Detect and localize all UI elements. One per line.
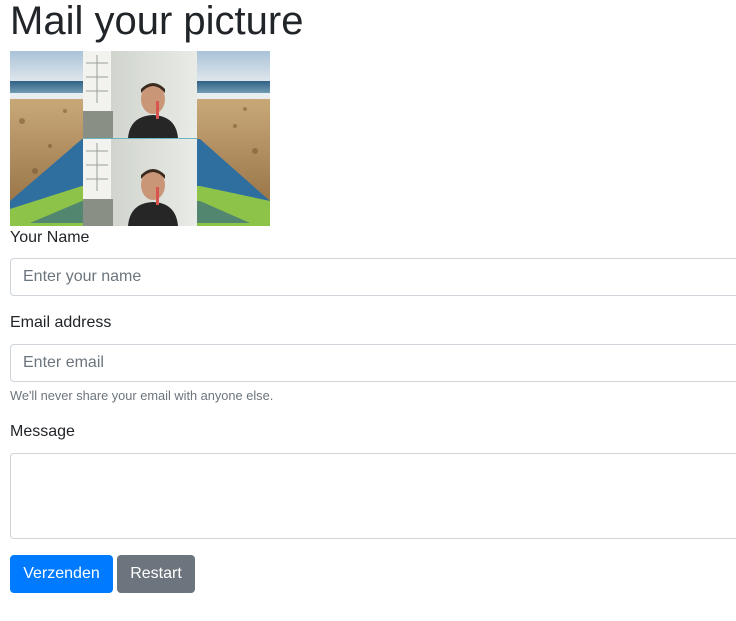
page-title: Mail your picture — [10, 0, 304, 43]
email-label: Email address — [10, 314, 112, 331]
name-label: Your Name — [10, 229, 90, 246]
email-help-text: We'll never share your email with anyone… — [10, 388, 274, 403]
message-label: Message — [10, 423, 75, 440]
submit-button[interactable]: Verzenden — [10, 555, 113, 593]
message-textarea[interactable] — [10, 453, 736, 539]
composite-photo — [10, 51, 270, 226]
restart-button[interactable]: Restart — [117, 555, 195, 593]
email-input[interactable] — [10, 344, 736, 382]
mail-picture-page: Mail your picture Your Name Enter your n… — [0, 0, 736, 621]
name-input[interactable] — [10, 258, 736, 296]
